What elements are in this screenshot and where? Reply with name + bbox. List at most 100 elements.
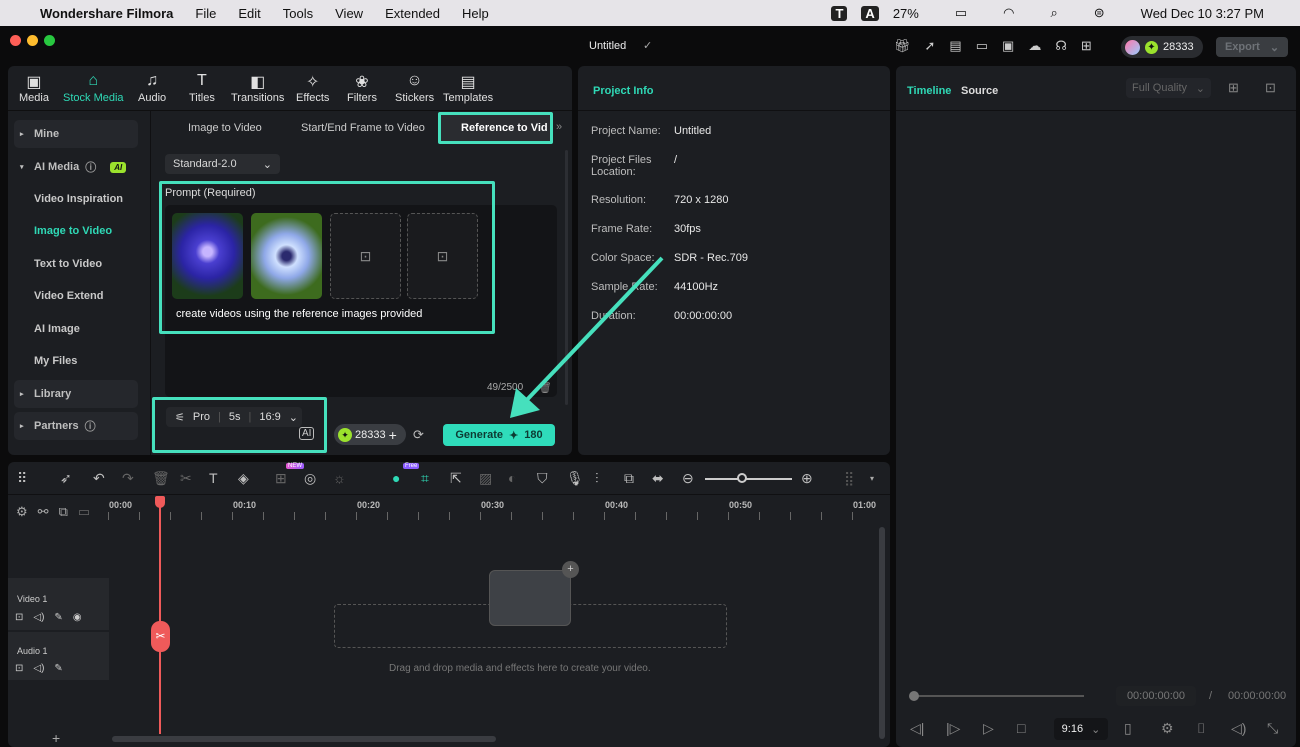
speed-icon[interactable]: ◐	[508, 470, 516, 486]
menu-edit[interactable]: Edit	[238, 6, 260, 21]
zoom-slider-knob[interactable]	[737, 473, 747, 483]
generate-button[interactable]: Generate✦180	[443, 424, 555, 446]
layout-icon[interactable]: ▭	[976, 38, 988, 54]
settings-icon[interactable]: ⚙	[1161, 720, 1174, 737]
zoom-in-icon[interactable]: ⊕	[801, 470, 813, 487]
magic-icon[interactable]: ✎	[54, 663, 62, 674]
help-icon[interactable]: ⓘ	[85, 159, 96, 175]
layout-icon[interactable]: ⠿	[17, 470, 27, 487]
toolbar-stock-media[interactable]: ⌂Stock Media	[63, 72, 124, 104]
tab-image-to-video[interactable]: Image to Video	[188, 122, 262, 134]
view-options-icon[interactable]: ⣿	[844, 470, 854, 487]
model-select[interactable]: Standard-2.0⌄	[165, 154, 280, 174]
export-clip-icon[interactable]: ⇱	[450, 470, 462, 487]
toolbar-transitions[interactable]: ◧Transitions	[231, 72, 284, 104]
menu-tools[interactable]: Tools	[283, 6, 313, 21]
magic-icon[interactable]: ✎	[54, 612, 62, 623]
playhead-knob[interactable]	[909, 691, 919, 701]
help-icon[interactable]: ⓘ	[85, 418, 96, 434]
toolbar-effects[interactable]: ✧Effects	[296, 72, 329, 104]
quality-select[interactable]: Full Quality⌄	[1126, 78, 1211, 98]
sidebar-video-inspiration[interactable]: Video Inspiration	[34, 193, 123, 205]
minimize-window-button[interactable]	[27, 35, 38, 46]
ai-palette-icon[interactable]: ☼	[333, 470, 346, 486]
volume-icon[interactable]: ◁)	[1231, 720, 1246, 737]
redo-icon[interactable]: ↷	[122, 470, 134, 487]
ruler[interactable]	[108, 512, 878, 520]
save-icon[interactable]: ▣	[1002, 38, 1014, 54]
zoom-window-button[interactable]	[44, 35, 55, 46]
menu-view[interactable]: View	[335, 6, 363, 21]
cut-icon[interactable]: ✂	[180, 470, 192, 487]
add-media-icon[interactable]: +	[562, 561, 579, 578]
sidebar-item-library[interactable]: ▸Library	[14, 380, 138, 408]
snapshot-icon[interactable]: ⌷	[1197, 720, 1205, 737]
menu-extended[interactable]: Extended	[385, 6, 440, 21]
sidebar-video-extend[interactable]: Video Extend	[34, 290, 103, 302]
sidebar-item-partners[interactable]: ▸Partnersⓘ	[14, 412, 138, 440]
clock[interactable]: Wed Dec 10 3:27 PM	[1141, 6, 1264, 21]
playhead-line[interactable]	[159, 498, 161, 734]
search-icon[interactable]: ⌕	[1050, 5, 1057, 21]
refresh-icon[interactable]: ⟳	[413, 427, 424, 443]
lock-icon[interactable]: ⊡	[15, 663, 23, 674]
ai-copilot-icon[interactable]: ●	[392, 470, 400, 486]
select-tool-icon[interactable]: ➶	[60, 470, 72, 487]
tab-timeline[interactable]: Timeline	[907, 85, 951, 97]
battery-icon[interactable]: ▭	[955, 5, 967, 21]
t-icon[interactable]: T	[831, 6, 847, 21]
scissors-icon[interactable]: ✂	[151, 621, 170, 652]
unlink-icon[interactable]: ⚯	[38, 504, 49, 520]
image-icon[interactable]: ▨	[479, 470, 492, 487]
mic-icon[interactable]: 🎙︎	[566, 470, 584, 487]
apps-icon[interactable]: ⊞	[1081, 38, 1092, 54]
cloud-icon[interactable]: ☁	[1028, 38, 1041, 54]
text-icon[interactable]: T	[209, 470, 218, 486]
fullscreen-icon[interactable]: ⤡	[1267, 720, 1278, 737]
toolbar-stickers[interactable]: ☺Stickers	[395, 72, 434, 104]
vertical-scrollbar[interactable]	[879, 527, 885, 739]
sidebar-item-mine[interactable]: ▸Mine	[14, 120, 138, 148]
sidebar-my-files[interactable]: My Files	[34, 355, 77, 367]
delete-icon[interactable]: 🗑︎	[152, 470, 170, 487]
undo-icon[interactable]: ↶	[93, 470, 105, 487]
toolbar-filters[interactable]: ❀Filters	[347, 72, 377, 104]
send-icon[interactable]: ➚	[925, 38, 936, 54]
marker-icon[interactable]: ⛉	[537, 470, 548, 487]
lock-icon[interactable]: ⊡	[15, 612, 23, 623]
tab-start-end-frame[interactable]: Start/End Frame to Video	[301, 122, 425, 134]
zoom-out-icon[interactable]: ⊖	[682, 470, 694, 487]
crop-icon[interactable]: ◈	[238, 470, 249, 487]
waveform-icon[interactable]: ⊡	[1265, 80, 1276, 96]
prev-frame-icon[interactable]: ◁|	[910, 720, 924, 737]
sidebar-text-to-video[interactable]: Text to Video	[34, 258, 102, 270]
more-tabs-icon[interactable]: »	[556, 121, 562, 133]
menu-help[interactable]: Help	[462, 6, 489, 21]
wifi-icon[interactable]: ◠	[1003, 5, 1014, 21]
app-menu[interactable]: Wondershare Filmora	[40, 6, 173, 21]
menu-file[interactable]: File	[195, 6, 216, 21]
mute-icon[interactable]: ◁)	[33, 663, 44, 674]
next-frame-icon[interactable]: |▷	[946, 720, 960, 737]
grid-view-icon[interactable]: ⊞	[1228, 80, 1239, 96]
track-icon[interactable]: ▭	[78, 504, 90, 520]
audio-mixer-icon[interactable]: ⫶	[595, 470, 599, 487]
ai-text-icon[interactable]: ⊞	[275, 470, 287, 487]
eye-icon[interactable]: ◉	[73, 612, 82, 623]
credits-pill[interactable]: ✦28333+	[334, 424, 406, 445]
export-button[interactable]: Export⌄	[1216, 37, 1288, 57]
mute-icon[interactable]: ◁)	[33, 612, 44, 623]
control-center-icon[interactable]: ⊜	[1094, 5, 1105, 21]
support-icon[interactable]: ☊	[1055, 38, 1067, 54]
toolbar-templates[interactable]: ▤Templates	[443, 72, 493, 104]
tab-source[interactable]: Source	[961, 85, 998, 97]
toolbar-media[interactable]: ▣Media	[19, 72, 49, 104]
add-track-icon[interactable]: +	[52, 730, 60, 746]
display-icon[interactable]: ▯	[1124, 720, 1132, 737]
track-settings-icon[interactable]: ⚙	[16, 504, 28, 520]
play-icon[interactable]: ▷	[983, 720, 994, 737]
link-icon[interactable]: ⧉	[59, 504, 68, 520]
sidebar-item-ai-media[interactable]: ▾AI MediaⓘAI	[14, 153, 138, 181]
toolbar-titles[interactable]: TTitles	[189, 72, 215, 104]
smart-cut-icon[interactable]: ⌗	[421, 470, 429, 487]
